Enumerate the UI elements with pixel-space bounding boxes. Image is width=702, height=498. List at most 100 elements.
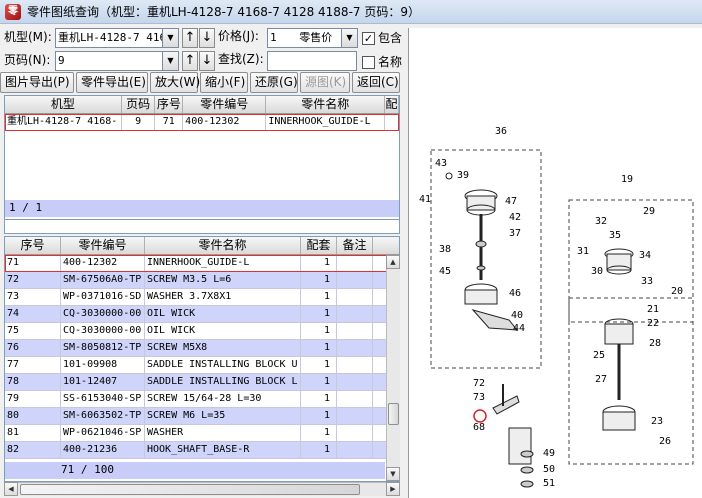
callout-label: 44 <box>513 323 525 334</box>
name-checkbox[interactable] <box>362 56 375 69</box>
cell-note <box>337 323 373 339</box>
table-row[interactable]: 重机LH-4128-7 4168- 9 71 400-12302 INNERHO… <box>5 114 399 131</box>
table-row[interactable]: 73 WP-0371016-SD WASHER 3.7X8X1 1 <box>5 289 399 306</box>
table-row[interactable]: 72 SM-67506A0-TP SCREW M3.5 L=6 1 <box>5 272 399 289</box>
page-dropdown-button[interactable]: ▼ <box>162 51 179 71</box>
page-prev-button[interactable]: ↑ <box>182 51 198 71</box>
table-row[interactable]: 78 101-12407 SADDLE INSTALLING BLOCK L1 <box>5 374 399 391</box>
cell-note <box>337 272 373 288</box>
model-next-button[interactable]: ↓ <box>199 28 215 48</box>
cell-name: SCREW M6 L=35 <box>145 408 301 424</box>
back-button[interactable]: 返回(C) <box>352 72 400 93</box>
window-title: 零件图纸查询（机型：重机LH-4128-7 4168-7 4128 4188-7… <box>27 5 420 19</box>
callout-label: 33 <box>641 276 653 287</box>
table-row[interactable]: 71 400-12302 INNERHOOK_GUIDE-L 1 <box>5 255 399 272</box>
include-checkbox[interactable]: ✓ <box>362 32 375 45</box>
model-results-header: 机型 页码 序号 零件编号 零件名称 配 <box>5 96 399 114</box>
col-header-part-no[interactable]: 零件编号 <box>61 237 145 254</box>
page-combobox[interactable]: 9 <box>55 51 163 71</box>
parts-drawing-viewer[interactable]: 36 43 39 41 47 42 37 38 45 46 40 44 19 29 32 35 31 34 30 33… <box>408 28 702 498</box>
cell-qty: 1 <box>301 425 337 441</box>
cell-note <box>337 408 373 424</box>
cell-part-no: WP-0371016-SD <box>61 289 145 305</box>
cell-part-no: 400-12302 <box>183 114 267 130</box>
callout-label: 26 <box>659 436 671 447</box>
scroll-thumb[interactable] <box>388 403 399 425</box>
scroll-left-button[interactable]: ◀ <box>4 482 18 496</box>
cell-qty: 1 <box>301 255 337 271</box>
col-header-seq[interactable]: 序号 <box>5 237 61 254</box>
restore-button[interactable]: 还原(G) <box>250 72 298 93</box>
model-label: 机型(M): <box>4 30 52 44</box>
cell-qty: 1 <box>301 374 337 390</box>
name-label: 名称 <box>378 55 403 69</box>
cell-note <box>337 374 373 390</box>
scroll-right-button[interactable]: ▶ <box>386 482 400 496</box>
scroll-down-button[interactable]: ▼ <box>386 467 400 481</box>
table-row[interactable]: 81 WP-0621046-SP WASHER 1 <box>5 425 399 442</box>
cell-note <box>337 391 373 407</box>
export-parts-button[interactable]: 零件导出(E) <box>76 72 148 93</box>
price-qty: 1 <box>270 31 277 44</box>
col-header-part-no[interactable]: 零件编号 <box>183 96 267 113</box>
export-image-button[interactable]: 图片导出(P) <box>0 72 74 93</box>
cell-name: HOOK_SHAFT_BASE-R <box>145 442 301 458</box>
toolbar: 图片导出(P) 零件导出(E) 放大(W) 缩小(F) 还原(G) 源图(K) … <box>0 72 410 93</box>
zoom-in-button[interactable]: 放大(W) <box>150 72 200 93</box>
source-image-button[interactable]: 源图(K) <box>300 72 350 93</box>
parts-horizontal-scrollbar[interactable]: ◀ ▶ <box>4 482 400 496</box>
cell-qty: 1 <box>301 357 337 373</box>
callout-label: 25 <box>593 350 605 361</box>
callout-label: 73 <box>473 392 485 403</box>
col-header-page[interactable]: 页码 <box>122 96 156 113</box>
cell-seq: 82 <box>5 442 61 458</box>
table-row[interactable]: 74 CQ-3030000-00 OIL WICK 1 <box>5 306 399 323</box>
cell-seq: 81 <box>5 425 61 441</box>
horizontal-scroll-thumb[interactable] <box>20 484 360 495</box>
model-dropdown-button[interactable]: ▼ <box>162 28 179 48</box>
cell-part-no: 101-09908 <box>61 357 145 373</box>
callout-label: 51 <box>543 478 555 489</box>
table-row[interactable]: 77 101-09908 SADDLE INSTALLING BLOCK U1 <box>5 357 399 374</box>
cell-qty: 1 <box>301 340 337 356</box>
model-combobox[interactable]: 重机LH-4128-7 4168 <box>55 28 163 48</box>
col-header-seq[interactable]: 序号 <box>155 96 184 113</box>
col-header-part-name[interactable]: 零件名称 <box>145 237 301 254</box>
table-row[interactable]: 79 SS-6153040-SP SCREW 15/64-28 L=30 1 <box>5 391 399 408</box>
cell-seq: 71 <box>155 114 184 130</box>
col-header-model[interactable]: 机型 <box>5 96 122 113</box>
zoom-out-button[interactable]: 缩小(F) <box>200 72 248 93</box>
app-icon: 零 <box>5 3 21 20</box>
cell-name: SCREW M3.5 L=6 <box>145 272 301 288</box>
callout-label: 27 <box>595 374 607 385</box>
col-header-part-name[interactable]: 零件名称 <box>266 96 386 113</box>
cell-note <box>337 357 373 373</box>
model-prev-button[interactable]: ↑ <box>182 28 198 48</box>
callout-label: 28 <box>649 338 661 349</box>
col-header-note[interactable]: 备注 <box>337 237 373 254</box>
parts-vertical-scrollbar[interactable]: ▲ ▼ <box>386 255 400 481</box>
col-header-qty[interactable]: 配 <box>385 96 399 113</box>
find-input[interactable] <box>267 51 357 71</box>
col-header-qty[interactable]: 配套 <box>301 237 337 254</box>
callout-label: 35 <box>609 230 621 241</box>
table-row[interactable]: 82 400-21236 HOOK_SHAFT_BASE-R 1 <box>5 442 399 459</box>
cell-name: OIL WICK <box>145 306 301 322</box>
exploded-parts-diagram: 36 43 39 41 47 42 37 38 45 46 40 44 19 29 3235 31 34 30 33… <box>419 126 694 489</box>
table-row[interactable]: 76 SM-8050812-TP SCREW M5X8 1 <box>5 340 399 357</box>
table-row[interactable]: 80 SM-6063502-TP SCREW M6 L=35 1 <box>5 408 399 425</box>
find-label: 查找(Z): <box>218 52 264 66</box>
cell-qty: 1 <box>301 306 337 322</box>
cell-name: SCREW M5X8 <box>145 340 301 356</box>
cell-seq: 79 <box>5 391 61 407</box>
cell-note <box>337 425 373 441</box>
callout-label: 72 <box>473 378 485 389</box>
page-next-button[interactable]: ↓ <box>199 51 215 71</box>
cell-qty: 1 <box>301 272 337 288</box>
scroll-up-button[interactable]: ▲ <box>386 255 400 269</box>
parts-grid: 序号 零件编号 零件名称 配套 备注 71 400-12302 INNERHOOK_… <box>4 236 400 482</box>
price-dropdown-button[interactable]: ▼ <box>341 28 358 48</box>
table-row[interactable]: 75 CQ-3030000-00 OIL WICK 1 <box>5 323 399 340</box>
cell-seq: 76 <box>5 340 61 356</box>
callout-label: 39 <box>457 170 469 181</box>
